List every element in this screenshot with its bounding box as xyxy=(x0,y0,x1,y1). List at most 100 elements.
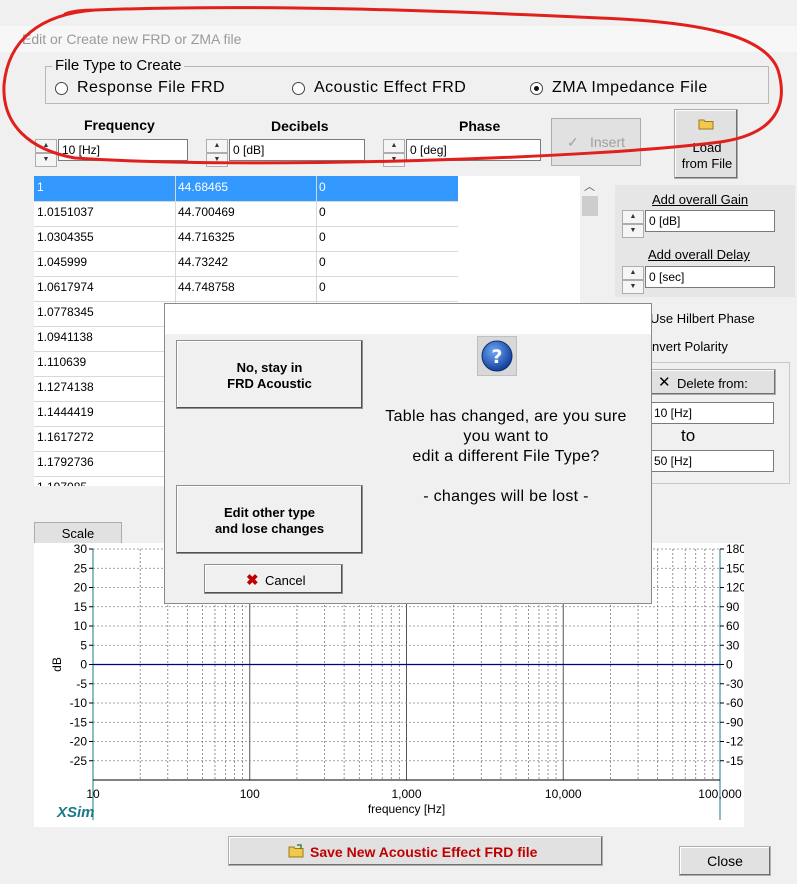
scroll-thumb[interactable] xyxy=(582,196,598,216)
stay-in-frd-button[interactable]: No, stay in FRD Acoustic xyxy=(176,340,363,409)
table-cell[interactable]: 1.0778345 xyxy=(37,305,94,319)
scale-button[interactable]: Scale xyxy=(34,522,122,545)
radio-zma-impedance-label[interactable]: ZMA Impedance File xyxy=(552,79,708,97)
check-icon: ✓ xyxy=(567,134,579,150)
stay-label-1: No, stay in xyxy=(236,360,303,375)
cancel-x-icon: ✖ xyxy=(246,572,259,589)
x-icon: ✕ xyxy=(658,374,671,391)
y2-tick-label: 90 xyxy=(726,600,740,614)
save-folder-icon xyxy=(288,844,305,861)
table-cell[interactable]: 1 xyxy=(37,180,44,194)
table-cell[interactable]: 44.73242 xyxy=(178,255,228,269)
spin-down-icon[interactable]: ▼ xyxy=(622,280,644,294)
y-tick-label: 10 xyxy=(74,619,88,633)
table-cell[interactable]: 44.68465 xyxy=(178,180,228,194)
dialog-message-line: edit a different File Type? xyxy=(412,448,600,465)
y-tick-label: -5 xyxy=(76,677,87,691)
radio-response-frd-label[interactable]: Response File FRD xyxy=(77,79,225,97)
table-cell[interactable]: 1.045999 xyxy=(37,255,87,269)
spin-up-icon[interactable]: ▲ xyxy=(383,139,405,153)
delay-input[interactable]: 0 [sec] xyxy=(645,266,775,288)
column-divider xyxy=(175,276,176,301)
table-cell[interactable]: 1.0151037 xyxy=(37,205,94,219)
delete-from-button[interactable]: ✕ Delete from: xyxy=(650,369,776,395)
save-frd-button[interactable]: Save New Acoustic Effect FRD file xyxy=(228,836,603,866)
spin-up-icon[interactable]: ▲ xyxy=(206,139,228,153)
y-axis-label: dB xyxy=(50,657,64,672)
table-cell[interactable]: 1.0941138 xyxy=(37,330,93,344)
radio-acoustic-frd[interactable] xyxy=(292,82,305,95)
y-tick-label: 0 xyxy=(80,658,87,672)
column-divider xyxy=(316,251,317,276)
table-cell[interactable]: 1.1274138 xyxy=(37,380,94,394)
spin-down-icon[interactable]: ▼ xyxy=(206,153,228,167)
y-tick-label: 15 xyxy=(74,600,88,614)
gain-input[interactable]: 0 [dB] xyxy=(645,210,775,232)
table-cell[interactable]: 1.197085 xyxy=(37,480,87,486)
table-cell[interactable]: 1.0617974 xyxy=(37,280,94,294)
to-label: to xyxy=(681,426,696,445)
spin-up-icon[interactable]: ▲ xyxy=(622,210,644,224)
save-frd-label: Save New Acoustic Effect FRD file xyxy=(310,844,538,860)
delete-from-label: Delete from: xyxy=(677,376,748,391)
invert-polarity-label[interactable]: nvert Polarity xyxy=(652,339,728,354)
cancel-button[interactable]: ✖ Cancel xyxy=(204,564,343,594)
load-from-file-button[interactable]: Load from File xyxy=(674,109,738,179)
file-type-group-title: File Type to Create xyxy=(52,57,185,74)
dialog-message-line: Table has changed, are you sure xyxy=(385,408,627,425)
column-divider xyxy=(175,201,176,226)
delete-to-input[interactable]: 50 [Hz] xyxy=(650,450,774,472)
spin-down-icon[interactable]: ▼ xyxy=(35,153,57,167)
spin-down-icon[interactable]: ▼ xyxy=(622,224,644,238)
y-tick-label: 5 xyxy=(80,638,87,652)
table-row[interactable]: 1.0304355 44.716325 0 xyxy=(34,226,458,252)
table-cell[interactable]: 1.0304355 xyxy=(37,230,94,244)
spin-up-icon[interactable]: ▲ xyxy=(622,266,644,280)
spin-up-icon[interactable]: ▲ xyxy=(35,139,57,153)
table-cell[interactable]: 0 xyxy=(319,230,326,244)
phase-spinner[interactable]: ▲ ▼ xyxy=(383,139,405,167)
table-row[interactable]: 1.045999 44.73242 0 xyxy=(34,251,458,277)
table-cell[interactable]: 1.1444419 xyxy=(37,405,94,419)
table-cell[interactable]: 1.110639 xyxy=(37,355,86,369)
add-gain-label: Add overall Gain xyxy=(652,192,749,207)
cancel-label: Cancel xyxy=(265,573,306,588)
radio-acoustic-frd-label[interactable]: Acoustic Effect FRD xyxy=(314,79,466,97)
y-tick-label: 20 xyxy=(74,581,88,595)
table-row[interactable]: 1 44.68465 0 xyxy=(34,176,458,202)
spin-down-icon[interactable]: ▼ xyxy=(383,153,405,167)
close-button[interactable]: Close xyxy=(679,846,771,876)
table-cell[interactable]: 1.1792736 xyxy=(37,455,94,469)
gain-spinner[interactable]: ▲ ▼ xyxy=(622,210,644,238)
phase-input[interactable]: 0 [deg] xyxy=(406,139,541,161)
table-cell[interactable]: 44.716325 xyxy=(178,230,235,244)
table-cell[interactable]: 0 xyxy=(319,205,326,219)
edit-other-type-button[interactable]: Edit other type and lose changes xyxy=(176,485,363,554)
table-cell[interactable]: 0 xyxy=(319,180,326,194)
frequency-spinner[interactable]: ▲ ▼ xyxy=(35,139,57,167)
delay-spinner[interactable]: ▲ ▼ xyxy=(622,266,644,294)
column-divider xyxy=(316,201,317,226)
radio-zma-impedance[interactable] xyxy=(530,82,543,95)
load-label-1: Load xyxy=(692,140,722,155)
decibels-spinner[interactable]: ▲ ▼ xyxy=(206,139,228,167)
table-cell[interactable]: 0 xyxy=(319,255,326,269)
table-row[interactable]: 1.0151037 44.700469 0 xyxy=(34,201,458,227)
confirm-dialog: No, stay in FRD Acoustic Edit other type… xyxy=(164,303,652,604)
hilbert-phase-label[interactable]: Use Hilbert Phase xyxy=(650,311,755,326)
scroll-up-icon[interactable]: ︿ xyxy=(584,178,595,194)
decibels-input[interactable]: 0 [dB] xyxy=(229,139,365,161)
y-tick-label: 25 xyxy=(74,561,88,575)
table-cell[interactable]: 0 xyxy=(319,280,326,294)
frequency-input[interactable]: 10 [Hz] xyxy=(58,139,188,161)
y2-tick-label: 150 xyxy=(726,561,744,575)
table-cell[interactable]: 1.1617272 xyxy=(37,430,94,444)
insert-button[interactable]: ✓ Insert xyxy=(551,118,641,166)
radio-response-frd[interactable] xyxy=(55,82,68,95)
y2-tick-label: -90 xyxy=(726,715,744,729)
table-cell[interactable]: 44.700469 xyxy=(178,205,235,219)
table-row[interactable]: 1.0617974 44.748758 0 xyxy=(34,276,458,302)
edit-label-1: Edit other type xyxy=(223,505,315,520)
table-cell[interactable]: 44.748758 xyxy=(178,280,235,294)
delete-from-input[interactable]: 10 [Hz] xyxy=(650,402,774,424)
